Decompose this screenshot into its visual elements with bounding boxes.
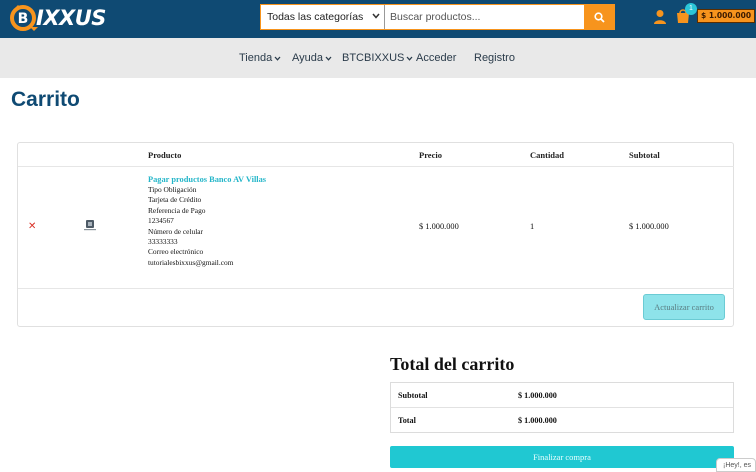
divider xyxy=(18,288,734,289)
subtotal-value: $ 1.000.000 xyxy=(518,391,557,400)
search-button[interactable] xyxy=(584,5,614,29)
chevron-down-icon xyxy=(372,13,380,19)
divider xyxy=(18,166,734,167)
logo-text: IXXUS xyxy=(36,6,106,30)
item-price: $ 1.000.000 xyxy=(419,222,459,231)
search-input[interactable]: Buscar productos... xyxy=(385,5,584,29)
nav-item-label: Tienda xyxy=(239,52,273,64)
nav-item-label: Registro xyxy=(474,52,515,64)
cart-totals-title: Total del carrito xyxy=(390,354,515,374)
product-meta: 33333333 xyxy=(148,237,178,247)
cart-count-badge: 1 xyxy=(685,3,697,15)
update-cart-button[interactable]: Actualizar carrito xyxy=(643,294,725,320)
item-subtotal: $ 1.000.000 xyxy=(629,222,669,231)
product-thumbnail[interactable] xyxy=(83,219,97,232)
remove-item-icon[interactable]: ✕ xyxy=(28,221,36,232)
total-label: Total xyxy=(398,416,416,425)
quantity-field[interactable]: 1 xyxy=(530,222,534,231)
product-meta: tutorialesbixxus@gmail.com xyxy=(148,257,234,267)
column-header-quantity: Cantidad xyxy=(530,150,565,160)
search-icon xyxy=(593,11,605,23)
nav-item-label: BTCBIXXUS xyxy=(342,52,405,64)
nav-item-label: Acceder xyxy=(416,52,457,64)
chevron-down-icon xyxy=(274,56,281,61)
chevron-down-icon xyxy=(325,56,332,61)
nav-item-label: Ayuda xyxy=(292,52,323,64)
product-meta: Referencia de Pago xyxy=(148,205,206,215)
product-details: Pagar productos Banco AV Villas Tipo Obl… xyxy=(148,174,266,268)
divider xyxy=(391,407,733,408)
product-search: Todas las categorías Buscar productos... xyxy=(260,4,615,30)
chevron-down-icon xyxy=(406,56,413,61)
category-select-value: Todas las categorías xyxy=(267,11,364,23)
subtotal-label: Subtotal xyxy=(398,391,428,400)
page-title: Carrito xyxy=(11,88,80,111)
column-header-price: Precio xyxy=(419,150,442,160)
product-meta: Tipo Obligación xyxy=(148,185,197,194)
product-name-link[interactable]: Pagar productos Banco AV Villas xyxy=(148,174,266,185)
product-meta: Número de celular xyxy=(148,226,203,236)
svg-text:B: B xyxy=(18,11,29,27)
cart-table xyxy=(17,142,734,327)
nav-item-ayuda[interactable]: Ayuda xyxy=(292,52,332,64)
logo-icon: B xyxy=(10,5,38,31)
user-account-icon[interactable] xyxy=(653,9,667,25)
column-header-product: Producto xyxy=(148,150,182,160)
nav-item-acceder[interactable]: Acceder xyxy=(416,52,456,64)
total-value: $ 1.000.000 xyxy=(518,416,557,425)
checkout-button[interactable]: Finalizar compra xyxy=(390,446,734,468)
nav-item-btcbixxus[interactable]: BTCBIXXUS xyxy=(342,52,413,64)
nav-item-tienda[interactable]: Tienda xyxy=(239,52,281,64)
top-header: B IXXUS Todas las categorías Buscar prod… xyxy=(0,0,756,38)
product-meta: 1234567 xyxy=(148,216,174,226)
column-header-subtotal: Subtotal xyxy=(629,150,660,160)
nav-item-registro[interactable]: Registro xyxy=(474,52,515,64)
product-meta: Tarjeta de Crédito xyxy=(148,195,202,205)
site-logo[interactable]: B IXXUS xyxy=(8,3,106,33)
category-select[interactable]: Todas las categorías xyxy=(261,5,385,29)
product-meta: Correo electrónico xyxy=(148,247,204,257)
cart-total-badge[interactable]: $ 1.000.000 xyxy=(697,9,756,23)
chat-widget-tab[interactable]: ¡Hey!, es xyxy=(716,458,756,472)
main-nav: Tienda Ayuda BTCBIXXUS Acceder Registro xyxy=(0,38,756,78)
